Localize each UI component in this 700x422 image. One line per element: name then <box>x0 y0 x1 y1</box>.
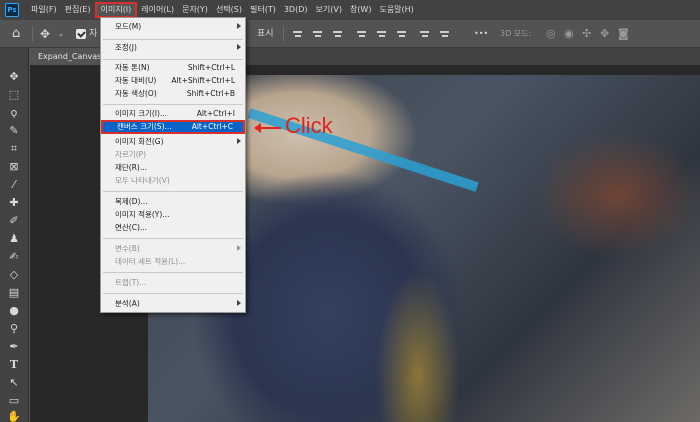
menu-item-auto-contrast[interactable]: 자동 대비(U) Alt+Shift+Ctrl+L <box>101 74 245 87</box>
menu-item-auto-color[interactable]: 자동 색상(O) Shift+Ctrl+B <box>101 87 245 100</box>
transform-controls-label: 표시 <box>257 29 274 39</box>
menu-window[interactable]: 창(W) <box>346 2 376 18</box>
align-top-icon[interactable] <box>357 29 368 40</box>
menu-item-trap[interactable]: 트랩(T)... <box>101 276 245 289</box>
menu-select[interactable]: 선택(S) <box>212 2 246 18</box>
menu-3d[interactable]: 3D(D) <box>280 2 312 18</box>
menu-separator <box>103 272 243 273</box>
home-icon[interactable]: ⌂ <box>12 20 20 48</box>
submenu-arrow-icon <box>237 44 241 50</box>
photoshop-logo: Ps <box>5 3 19 17</box>
submenu-arrow-icon <box>237 245 241 251</box>
align-left-icon[interactable] <box>293 29 304 40</box>
pen-tool-icon[interactable]: ✒ <box>7 340 21 354</box>
auto-select-label: 자 <box>89 29 98 39</box>
menu-item-apply-data-set[interactable]: 데이터 세트 적용(L)... <box>101 255 245 268</box>
options-divider <box>283 26 284 42</box>
gradient-tool-icon[interactable]: ▤ <box>7 286 21 300</box>
submenu-arrow-icon <box>237 300 241 306</box>
menu-item-adjustments[interactable]: 조정(J) <box>101 41 245 54</box>
move-tool-icon[interactable]: ✥ <box>7 70 21 84</box>
3d-camera-icon[interactable]: ◙ <box>618 20 629 48</box>
align-center-icon[interactable] <box>313 29 324 40</box>
menu-item-calculations[interactable]: 연산(C)... <box>101 221 245 234</box>
align-middle-icon[interactable] <box>377 29 388 40</box>
menu-view[interactable]: 보기(V) <box>312 2 346 18</box>
menu-image[interactable]: 이미지(I) <box>94 2 138 18</box>
menu-item-analysis[interactable]: 분석(A) <box>101 297 245 310</box>
menu-item-crop[interactable]: 자르기(P) <box>101 148 245 161</box>
menu-item-apply-image[interactable]: 이미지 적용(Y)... <box>101 208 245 221</box>
distribute-bottom-icon[interactable] <box>440 29 451 40</box>
menu-item-reveal-all[interactable]: 모두 나타내기(V) <box>101 174 245 187</box>
more-options-button[interactable]: ••• <box>474 20 488 48</box>
menu-separator <box>103 59 243 60</box>
menu-edit[interactable]: 편집(E) <box>61 2 95 18</box>
options-divider <box>32 26 33 42</box>
3d-pan-icon[interactable]: ✣ <box>582 20 591 48</box>
menu-item-duplicate[interactable]: 복제(D)... <box>101 195 245 208</box>
menu-item-trim[interactable]: 재단(R)... <box>101 161 245 174</box>
menu-item-canvas-size[interactable]: 캔버스 크기(S)... Alt+Ctrl+C <box>101 120 245 134</box>
clone-stamp-tool-icon[interactable]: ♟ <box>7 232 21 246</box>
hand-tool-icon[interactable]: ✋ <box>7 410 21 422</box>
annotation-label: Click <box>285 113 333 138</box>
menu-layer[interactable]: 레이어(L) <box>137 2 178 18</box>
type-tool-icon[interactable]: T <box>7 358 21 372</box>
history-brush-tool-icon[interactable]: ✍ <box>7 250 21 264</box>
3d-orbit-icon[interactable]: ◎ <box>546 20 556 48</box>
blur-tool-icon[interactable]: ● <box>7 304 21 318</box>
menu-item-auto-tone[interactable]: 자동 톤(N) Shift+Ctrl+L <box>101 61 245 74</box>
menu-filter[interactable]: 필터(T) <box>246 2 280 18</box>
image-menu-dropdown: 모드(M) 조정(J) 자동 톤(N) Shift+Ctrl+L 자동 대비(U… <box>100 17 246 313</box>
dodge-tool-icon[interactable]: ⚲ <box>7 322 21 336</box>
menu-separator <box>103 39 243 40</box>
move-tool-icon[interactable]: ✥ <box>40 20 50 48</box>
path-selection-tool-icon[interactable]: ↖ <box>7 376 21 390</box>
menu-type[interactable]: 문자(Y) <box>178 2 212 18</box>
healing-brush-tool-icon[interactable]: ✚ <box>7 196 21 210</box>
align-bottom-icon[interactable] <box>397 29 408 40</box>
align-right-icon[interactable] <box>333 29 344 40</box>
3d-mode-label: 3D 모드: <box>500 29 532 38</box>
crop-tool-icon[interactable]: ⌗ <box>7 142 21 156</box>
menu-separator <box>103 191 243 192</box>
chevron-down-icon[interactable]: ⌄ <box>58 20 64 48</box>
eyedropper-tool-icon[interactable]: ⁄ <box>7 178 21 192</box>
menu-file[interactable]: 파일(F) <box>27 2 61 18</box>
menu-separator <box>103 238 243 239</box>
menu-item-image-size[interactable]: 이미지 크기(I)... Alt+Ctrl+I <box>101 107 245 120</box>
3d-roll-icon[interactable]: ◉ <box>564 20 574 48</box>
menu-separator <box>103 104 243 105</box>
submenu-arrow-icon <box>237 23 241 29</box>
brush-tool-icon[interactable]: ✐ <box>7 214 21 228</box>
menu-item-image-rotation[interactable]: 이미지 회전(G) <box>101 135 245 148</box>
distribute-top-icon[interactable] <box>420 29 431 40</box>
annotation-arrow-icon <box>254 123 281 133</box>
document-tab[interactable]: Expand_Canvas.jp <box>30 48 100 65</box>
frame-tool-icon[interactable]: ⊠ <box>7 160 21 174</box>
marquee-tool-icon[interactable]: ⬚ <box>7 88 21 102</box>
rectangle-tool-icon[interactable]: ▭ <box>7 394 21 408</box>
tools-panel: ✥ ⬚ ϙ ✎ ⌗ ⊠ ⁄ ✚ ✐ ♟ ✍ ◇ ▤ ● ⚲ ✒ T ↖ ▭ ✋ <box>0 48 29 422</box>
menu-separator <box>103 293 243 294</box>
image-detail <box>247 108 479 192</box>
auto-select-checkbox[interactable] <box>76 29 86 39</box>
3d-slide-icon[interactable]: ✥ <box>600 20 609 48</box>
menu-item-variables[interactable]: 변수(B) <box>101 242 245 255</box>
submenu-arrow-icon <box>237 138 241 144</box>
menu-help[interactable]: 도움말(H) <box>375 2 417 18</box>
menu-item-mode[interactable]: 모드(M) <box>101 20 245 33</box>
lasso-tool-icon[interactable]: ϙ <box>7 106 21 120</box>
quick-select-tool-icon[interactable]: ✎ <box>7 124 21 138</box>
eraser-tool-icon[interactable]: ◇ <box>7 268 21 282</box>
